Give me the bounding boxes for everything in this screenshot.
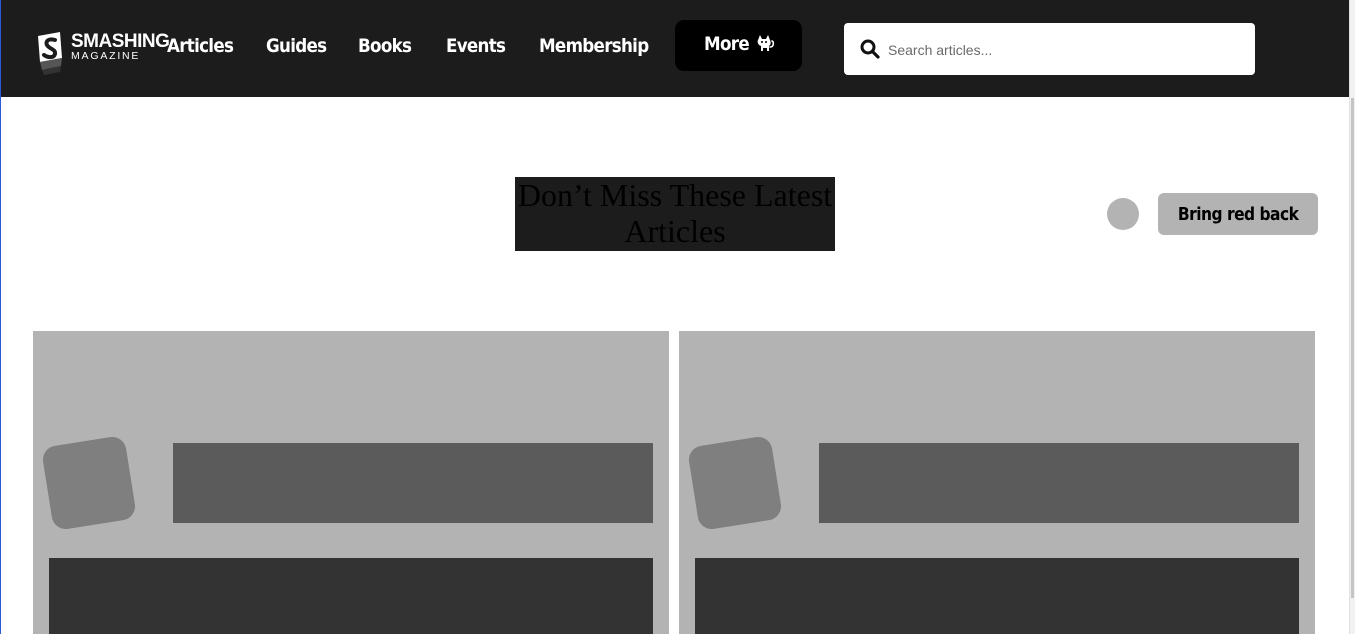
logo-wordmark: SMASHING <box>71 31 170 52</box>
site-header: SMASHING MAGAZINE Articles Guides Books … <box>1 0 1350 97</box>
nav-membership[interactable]: Membership <box>539 34 649 58</box>
section-title: Don’t Miss These Latest Articles <box>515 177 835 251</box>
toggle-indicator[interactable] <box>1107 198 1139 230</box>
search-box <box>844 23 1255 75</box>
bring-red-back-label: Bring red back <box>1177 203 1299 225</box>
article-excerpt-placeholder <box>49 558 653 634</box>
article-card[interactable] <box>33 331 669 634</box>
nav-articles[interactable]: Articles <box>167 34 234 58</box>
scrollbar-thumb[interactable] <box>1351 98 1354 598</box>
more-label: More <box>704 32 750 55</box>
cat-icon <box>757 34 775 51</box>
smashing-logo-icon <box>38 32 62 75</box>
author-avatar <box>686 434 784 532</box>
search-icon[interactable] <box>860 39 880 59</box>
nav-guides[interactable]: Guides <box>266 34 327 58</box>
more-button[interactable]: More <box>675 20 802 71</box>
logo-subtitle: MAGAZINE <box>71 50 141 62</box>
search-input[interactable] <box>886 37 1240 63</box>
nav-books[interactable]: Books <box>358 34 412 58</box>
article-excerpt-placeholder <box>695 558 1299 634</box>
article-title-placeholder <box>819 443 1299 523</box>
article-title-placeholder <box>173 443 653 523</box>
site-logo[interactable]: SMASHING MAGAZINE <box>34 30 170 76</box>
nav-events[interactable]: Events <box>446 34 506 58</box>
article-card[interactable] <box>679 331 1315 634</box>
author-avatar <box>40 434 138 532</box>
bring-red-back-button[interactable]: Bring red back <box>1158 193 1318 235</box>
